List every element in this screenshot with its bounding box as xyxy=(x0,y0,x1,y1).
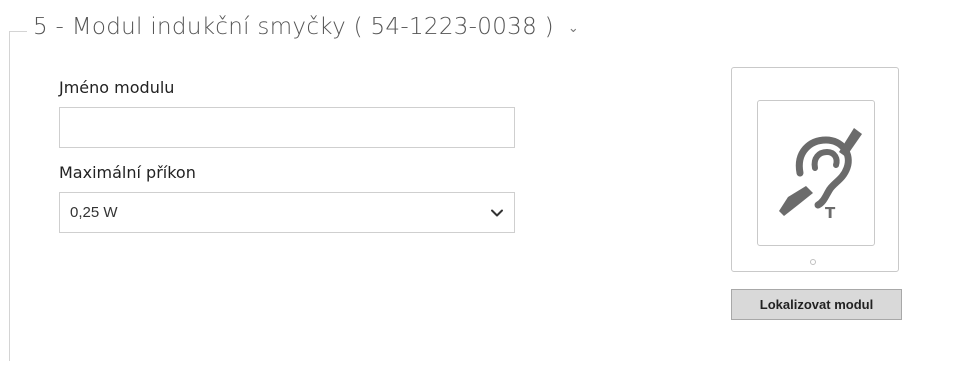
max-power-select[interactable]: 0,25 W xyxy=(59,192,515,233)
max-power-selected-value: 0,25 W xyxy=(70,204,118,221)
module-name-label: Jméno modulu xyxy=(59,78,175,97)
module-name-input[interactable] xyxy=(59,107,515,148)
max-power-label: Maximální příkon xyxy=(59,163,196,182)
module-panel: 5 - Modul indukční smyčky ( 54-1223-0038… xyxy=(0,0,979,374)
device-led-indicator xyxy=(810,259,816,265)
chevron-down-icon xyxy=(491,209,503,216)
induction-loop-hearing-icon: T xyxy=(779,128,862,222)
section-border-left xyxy=(9,31,10,361)
section-border-top xyxy=(9,31,27,32)
section-title: 5 - Modul indukční smyčky ( 54-1223-0038… xyxy=(33,14,554,40)
section-header[interactable]: 5 - Modul indukční smyčky ( 54-1223-0038… xyxy=(33,14,579,40)
locate-module-button[interactable]: Lokalizovat modul xyxy=(731,289,902,320)
chevron-down-icon[interactable]: ⌄ xyxy=(568,21,579,36)
loop-icon-letter: T xyxy=(825,204,836,222)
